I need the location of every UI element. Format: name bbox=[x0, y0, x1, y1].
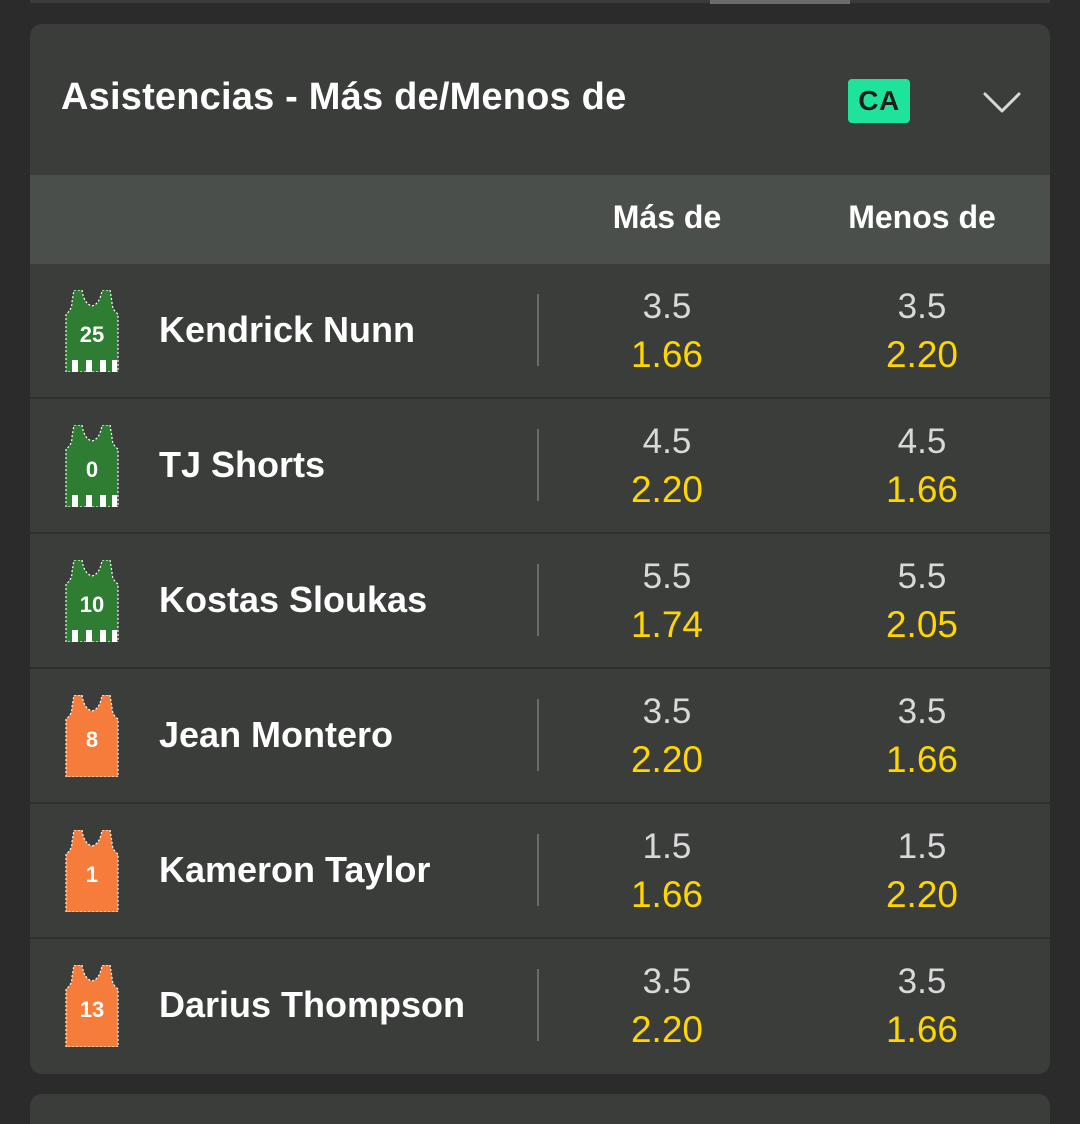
player-name: Darius Thompson bbox=[159, 984, 466, 1025]
under-price: 2.20 bbox=[885, 334, 958, 375]
jersey-number: 0 bbox=[86, 457, 98, 482]
over-line: 3.5 bbox=[642, 962, 692, 1001]
under-line: 3.5 bbox=[897, 692, 947, 731]
under-line: 4.5 bbox=[897, 422, 947, 461]
over-odds-button[interactable]: 4.5 2.20 bbox=[557, 419, 777, 515]
row-divider bbox=[537, 564, 539, 636]
column-header-row: Más de Menos de bbox=[30, 175, 1050, 264]
market-title: Asistencias - Más de/Menos de bbox=[61, 76, 627, 118]
over-price: 1.66 bbox=[630, 874, 703, 915]
under-odds-button[interactable]: 3.5 2.20 bbox=[812, 284, 1032, 380]
under-price: 2.20 bbox=[885, 874, 958, 915]
over-price: 2.20 bbox=[630, 1009, 703, 1050]
under-line: 5.5 bbox=[897, 557, 947, 596]
under-price: 1.66 bbox=[885, 469, 958, 510]
player-row-4: 8 Jean Montero 3.5 2.20 3.5 1.66 bbox=[30, 669, 1050, 804]
over-line: 3.5 bbox=[642, 287, 692, 326]
over-price: 2.20 bbox=[630, 739, 703, 780]
over-line: 3.5 bbox=[642, 692, 692, 731]
under-line: 1.5 bbox=[897, 827, 947, 866]
over-odds-button[interactable]: 3.5 1.66 bbox=[557, 284, 777, 380]
chevron-down-icon[interactable] bbox=[980, 82, 1024, 122]
column-header-under: Menos de bbox=[848, 199, 996, 235]
jersey-number: 25 bbox=[80, 322, 104, 347]
under-odds-button[interactable]: 3.5 1.66 bbox=[812, 959, 1032, 1055]
under-price: 1.66 bbox=[885, 1009, 958, 1050]
ca-badge: CA bbox=[848, 79, 910, 123]
under-price: 1.66 bbox=[885, 739, 958, 780]
player-name: Kameron Taylor bbox=[159, 849, 431, 890]
under-odds-button[interactable]: 5.5 2.05 bbox=[812, 554, 1032, 650]
player-row-2: 0 TJ Shorts 4.5 2.20 4.5 1.66 bbox=[30, 399, 1050, 534]
over-odds-button[interactable]: 1.5 1.66 bbox=[557, 824, 777, 920]
jersey-number: 8 bbox=[86, 727, 98, 752]
player-row-6: 13 Darius Thompson 3.5 2.20 3.5 1.66 bbox=[30, 939, 1050, 1072]
row-divider bbox=[537, 699, 539, 771]
player-name: Kostas Sloukas bbox=[159, 579, 428, 620]
over-odds-button[interactable]: 5.5 1.74 bbox=[557, 554, 777, 650]
jersey-icon: 25 bbox=[64, 289, 120, 373]
jersey-number: 13 bbox=[80, 997, 104, 1022]
jersey-icon: 10 bbox=[64, 559, 120, 643]
next-market-card[interactable] bbox=[30, 1094, 1050, 1124]
jersey-number: 10 bbox=[80, 592, 104, 617]
over-price: 2.20 bbox=[630, 469, 703, 510]
player-name: TJ Shorts bbox=[159, 444, 326, 485]
market-header[interactable]: Asistencias - Más de/Menos de CA bbox=[30, 24, 1050, 175]
player-row-3: 10 Kostas Sloukas 5.5 1.74 5.5 2.05 bbox=[30, 534, 1050, 669]
over-price: 1.74 bbox=[630, 604, 703, 645]
under-line: 3.5 bbox=[897, 962, 947, 1001]
row-divider bbox=[537, 294, 539, 366]
jersey-icon: 8 bbox=[64, 694, 120, 778]
player-list: 25 Kendrick Nunn 3.5 1.66 3.5 2.20 0 TJ … bbox=[30, 264, 1050, 1072]
jersey-icon: 0 bbox=[64, 424, 120, 508]
over-price: 1.66 bbox=[630, 334, 703, 375]
over-line: 1.5 bbox=[642, 827, 692, 866]
under-odds-button[interactable]: 1.5 2.20 bbox=[812, 824, 1032, 920]
previous-card-edge bbox=[30, 0, 1050, 3]
player-name: Jean Montero bbox=[159, 714, 394, 755]
under-odds-button[interactable]: 3.5 1.66 bbox=[812, 689, 1032, 785]
top-strip bbox=[0, 0, 1080, 6]
jersey-icon: 1 bbox=[64, 829, 120, 913]
player-row-1: 25 Kendrick Nunn 3.5 1.66 3.5 2.20 bbox=[30, 264, 1050, 399]
market-card: Asistencias - Más de/Menos de CA Más de … bbox=[30, 24, 1050, 1074]
row-divider bbox=[537, 429, 539, 501]
under-line: 3.5 bbox=[897, 287, 947, 326]
column-header-over: Más de bbox=[612, 199, 722, 235]
over-line: 5.5 bbox=[642, 557, 692, 596]
jersey-icon: 13 bbox=[64, 964, 120, 1048]
under-odds-button[interactable]: 4.5 1.66 bbox=[812, 419, 1032, 515]
tab-indicator bbox=[710, 0, 850, 4]
under-price: 2.05 bbox=[885, 604, 958, 645]
over-odds-button[interactable]: 3.5 2.20 bbox=[557, 689, 777, 785]
row-divider bbox=[537, 834, 539, 906]
over-line: 4.5 bbox=[642, 422, 692, 461]
row-divider bbox=[537, 969, 539, 1041]
player-row-5: 1 Kameron Taylor 1.5 1.66 1.5 2.20 bbox=[30, 804, 1050, 939]
jersey-number: 1 bbox=[86, 862, 98, 887]
player-name: Kendrick Nunn bbox=[159, 309, 416, 350]
over-odds-button[interactable]: 3.5 2.20 bbox=[557, 959, 777, 1055]
